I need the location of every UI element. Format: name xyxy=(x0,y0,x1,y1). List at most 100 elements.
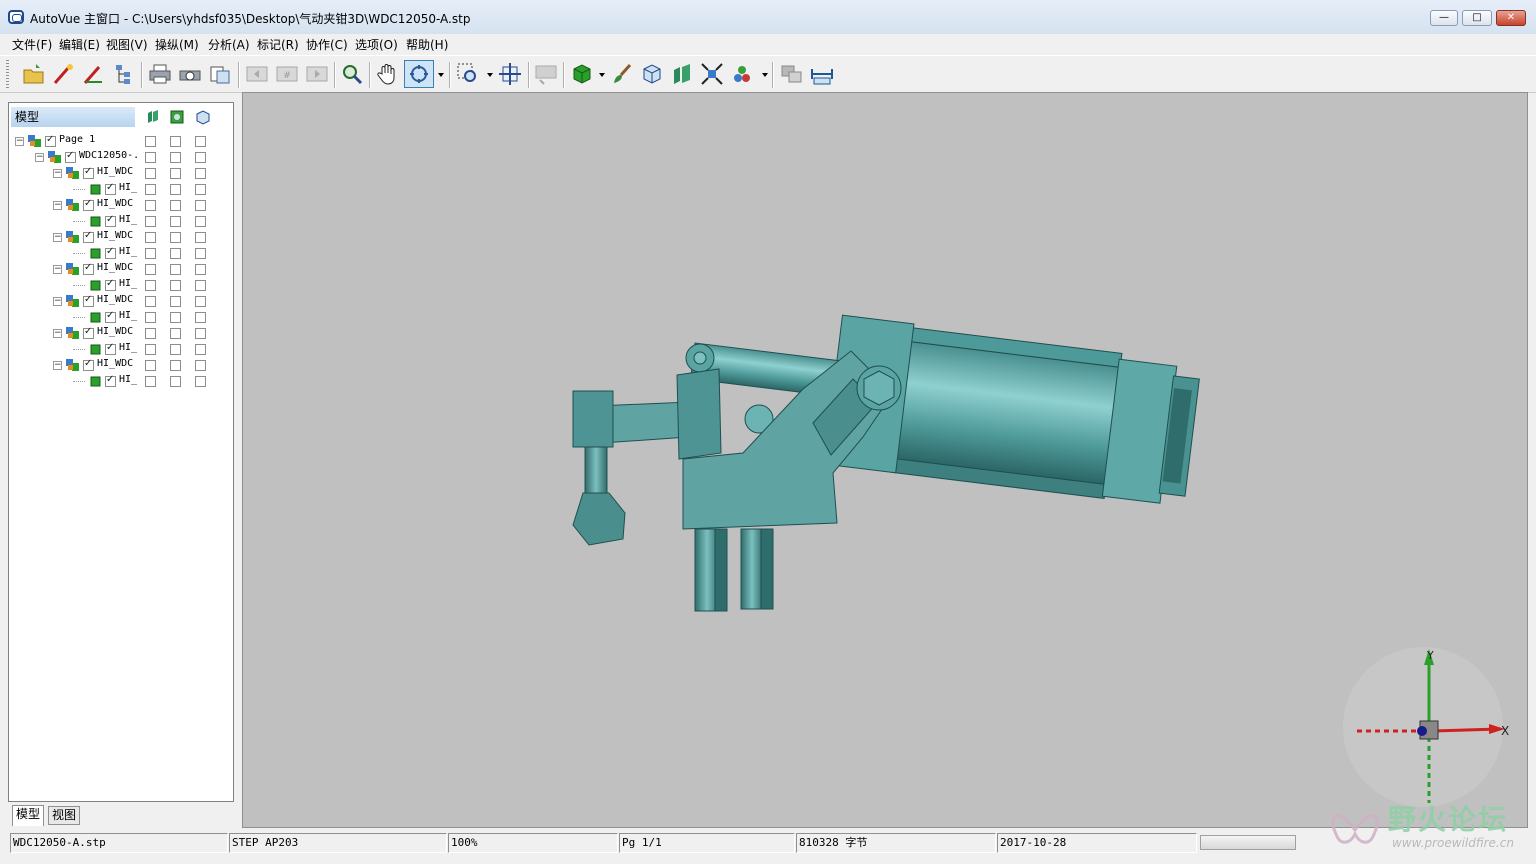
markup-edit-icon[interactable] xyxy=(82,62,106,86)
node-visibility-checkbox[interactable] xyxy=(105,246,116,259)
menu-view[interactable]: 视图(V) xyxy=(106,36,148,53)
tree-row[interactable]: − WDC12050-. xyxy=(9,149,233,165)
tree-node-label[interactable]: HI_WDC xyxy=(97,166,133,177)
tree-row[interactable]: − HI_WDC xyxy=(9,229,233,245)
3d-viewport[interactable]: Y X xyxy=(242,92,1528,828)
collapse-toggle-icon[interactable]: − xyxy=(53,329,62,338)
visibility-column-checkbox[interactable] xyxy=(145,280,156,291)
tree-node-label[interactable]: HI_WDC xyxy=(97,262,133,273)
wireframe-column-checkbox[interactable] xyxy=(195,360,206,371)
print-icon[interactable] xyxy=(148,62,172,86)
visibility-column-checkbox[interactable] xyxy=(145,360,156,371)
wireframe-column-checkbox[interactable] xyxy=(195,216,206,227)
tree-node-label[interactable]: HI_ xyxy=(119,310,137,321)
zoom-box-icon[interactable] xyxy=(456,62,480,86)
rotate-button[interactable] xyxy=(404,60,434,88)
tab-view[interactable]: 视图 xyxy=(48,806,81,825)
section-icon[interactable] xyxy=(670,62,694,86)
wireframe-icon[interactable] xyxy=(195,109,211,125)
pan-hand-icon[interactable] xyxy=(376,62,400,86)
collapse-toggle-icon[interactable]: − xyxy=(15,137,24,146)
collapse-toggle-icon[interactable]: − xyxy=(53,201,62,210)
tree-row[interactable]: − HI_WDC xyxy=(9,165,233,181)
maximize-button[interactable]: □ xyxy=(1462,10,1492,26)
tree-row[interactable]: HI_ xyxy=(9,181,233,197)
close-button[interactable]: ✕ xyxy=(1496,10,1526,26)
node-visibility-checkbox[interactable] xyxy=(83,326,94,339)
copy-icon[interactable] xyxy=(208,62,232,86)
visibility-column-checkbox[interactable] xyxy=(145,248,156,259)
render-dropdown-icon[interactable] xyxy=(599,73,605,77)
rotate-dropdown-icon[interactable] xyxy=(438,73,444,77)
transparency-column-checkbox[interactable] xyxy=(170,200,181,211)
wireframe-column-checkbox[interactable] xyxy=(195,168,206,179)
collapse-toggle-icon[interactable]: − xyxy=(35,153,44,162)
tree-node-label[interactable]: HI_ xyxy=(119,342,137,353)
visibility-column-checkbox[interactable] xyxy=(145,344,156,355)
tree-row[interactable]: HI_ xyxy=(9,245,233,261)
menu-manipulate[interactable]: 操纵(M) xyxy=(155,36,199,53)
wireframe-cube-icon[interactable] xyxy=(640,62,664,86)
tree-row[interactable]: HI_ xyxy=(9,213,233,229)
measure-icon[interactable] xyxy=(810,62,834,86)
visibility-column-checkbox[interactable] xyxy=(145,296,156,307)
tree-row[interactable]: − Page 1 xyxy=(9,133,233,149)
wireframe-column-checkbox[interactable] xyxy=(195,136,206,147)
visibility-icon[interactable] xyxy=(145,109,161,125)
menu-options[interactable]: 选项(O) xyxy=(355,36,398,53)
paint-brush-icon[interactable] xyxy=(610,62,634,86)
pneumatic-clamp-model[interactable]: Y X xyxy=(243,93,1528,828)
menu-edit[interactable]: 编辑(E) xyxy=(59,36,100,53)
transparency-column-checkbox[interactable] xyxy=(170,232,181,243)
node-visibility-checkbox[interactable] xyxy=(83,294,94,307)
markup-icon[interactable] xyxy=(52,62,76,86)
node-visibility-checkbox[interactable] xyxy=(83,198,94,211)
visibility-column-checkbox[interactable] xyxy=(145,264,156,275)
visibility-column-checkbox[interactable] xyxy=(145,328,156,339)
visibility-column-checkbox[interactable] xyxy=(145,200,156,211)
assembly-dropdown-icon[interactable] xyxy=(762,73,768,77)
explode-icon[interactable] xyxy=(700,62,724,86)
transparency-column-checkbox[interactable] xyxy=(170,136,181,147)
transparency-column-checkbox[interactable] xyxy=(170,168,181,179)
zoom-dropdown-icon[interactable] xyxy=(487,73,493,77)
wireframe-column-checkbox[interactable] xyxy=(195,280,206,291)
tree-node-label[interactable]: HI_ xyxy=(119,278,137,289)
node-visibility-checkbox[interactable] xyxy=(105,182,116,195)
zoom-search-icon[interactable] xyxy=(340,62,364,86)
tree-node-label[interactable]: HI_WDC xyxy=(97,326,133,337)
collapse-toggle-icon[interactable]: − xyxy=(53,169,62,178)
tree-node-label[interactable]: HI_ xyxy=(119,214,137,225)
transparency-column-checkbox[interactable] xyxy=(170,216,181,227)
transparency-column-checkbox[interactable] xyxy=(170,360,181,371)
tree-row[interactable]: HI_ xyxy=(9,309,233,325)
wireframe-column-checkbox[interactable] xyxy=(195,264,206,275)
tab-model[interactable]: 模型 xyxy=(12,805,45,826)
tree-column-header-model[interactable]: 模型 xyxy=(11,107,135,127)
assembly-icon[interactable] xyxy=(730,62,754,86)
next-page-icon[interactable] xyxy=(305,62,329,86)
menu-collaborate[interactable]: 协作(C) xyxy=(306,36,348,53)
tree-row[interactable]: − HI_WDC xyxy=(9,261,233,277)
node-visibility-checkbox[interactable] xyxy=(105,342,116,355)
wireframe-column-checkbox[interactable] xyxy=(195,312,206,323)
menu-help[interactable]: 帮助(H) xyxy=(406,36,448,53)
wireframe-column-checkbox[interactable] xyxy=(195,152,206,163)
tree-node-label[interactable]: WDC12050-. xyxy=(79,150,139,161)
visibility-column-checkbox[interactable] xyxy=(145,312,156,323)
transparency-column-checkbox[interactable] xyxy=(170,376,181,387)
wireframe-column-checkbox[interactable] xyxy=(195,328,206,339)
tree-node-label[interactable]: HI_ xyxy=(119,182,137,193)
transparency-column-checkbox[interactable] xyxy=(170,280,181,291)
visibility-column-checkbox[interactable] xyxy=(145,152,156,163)
page-icon[interactable]: # xyxy=(275,62,299,86)
menu-markup[interactable]: 标记(R) xyxy=(257,36,299,53)
print-preview-icon[interactable] xyxy=(178,62,202,86)
transparency-icon[interactable] xyxy=(169,109,185,125)
tree-node-label[interactable]: HI_ xyxy=(119,246,137,257)
transparency-column-checkbox[interactable] xyxy=(170,264,181,275)
minimize-button[interactable]: — xyxy=(1430,10,1458,26)
menu-analyze[interactable]: 分析(A) xyxy=(208,36,250,53)
tree-row[interactable]: − HI_WDC xyxy=(9,325,233,341)
collapse-toggle-icon[interactable]: − xyxy=(53,265,62,274)
